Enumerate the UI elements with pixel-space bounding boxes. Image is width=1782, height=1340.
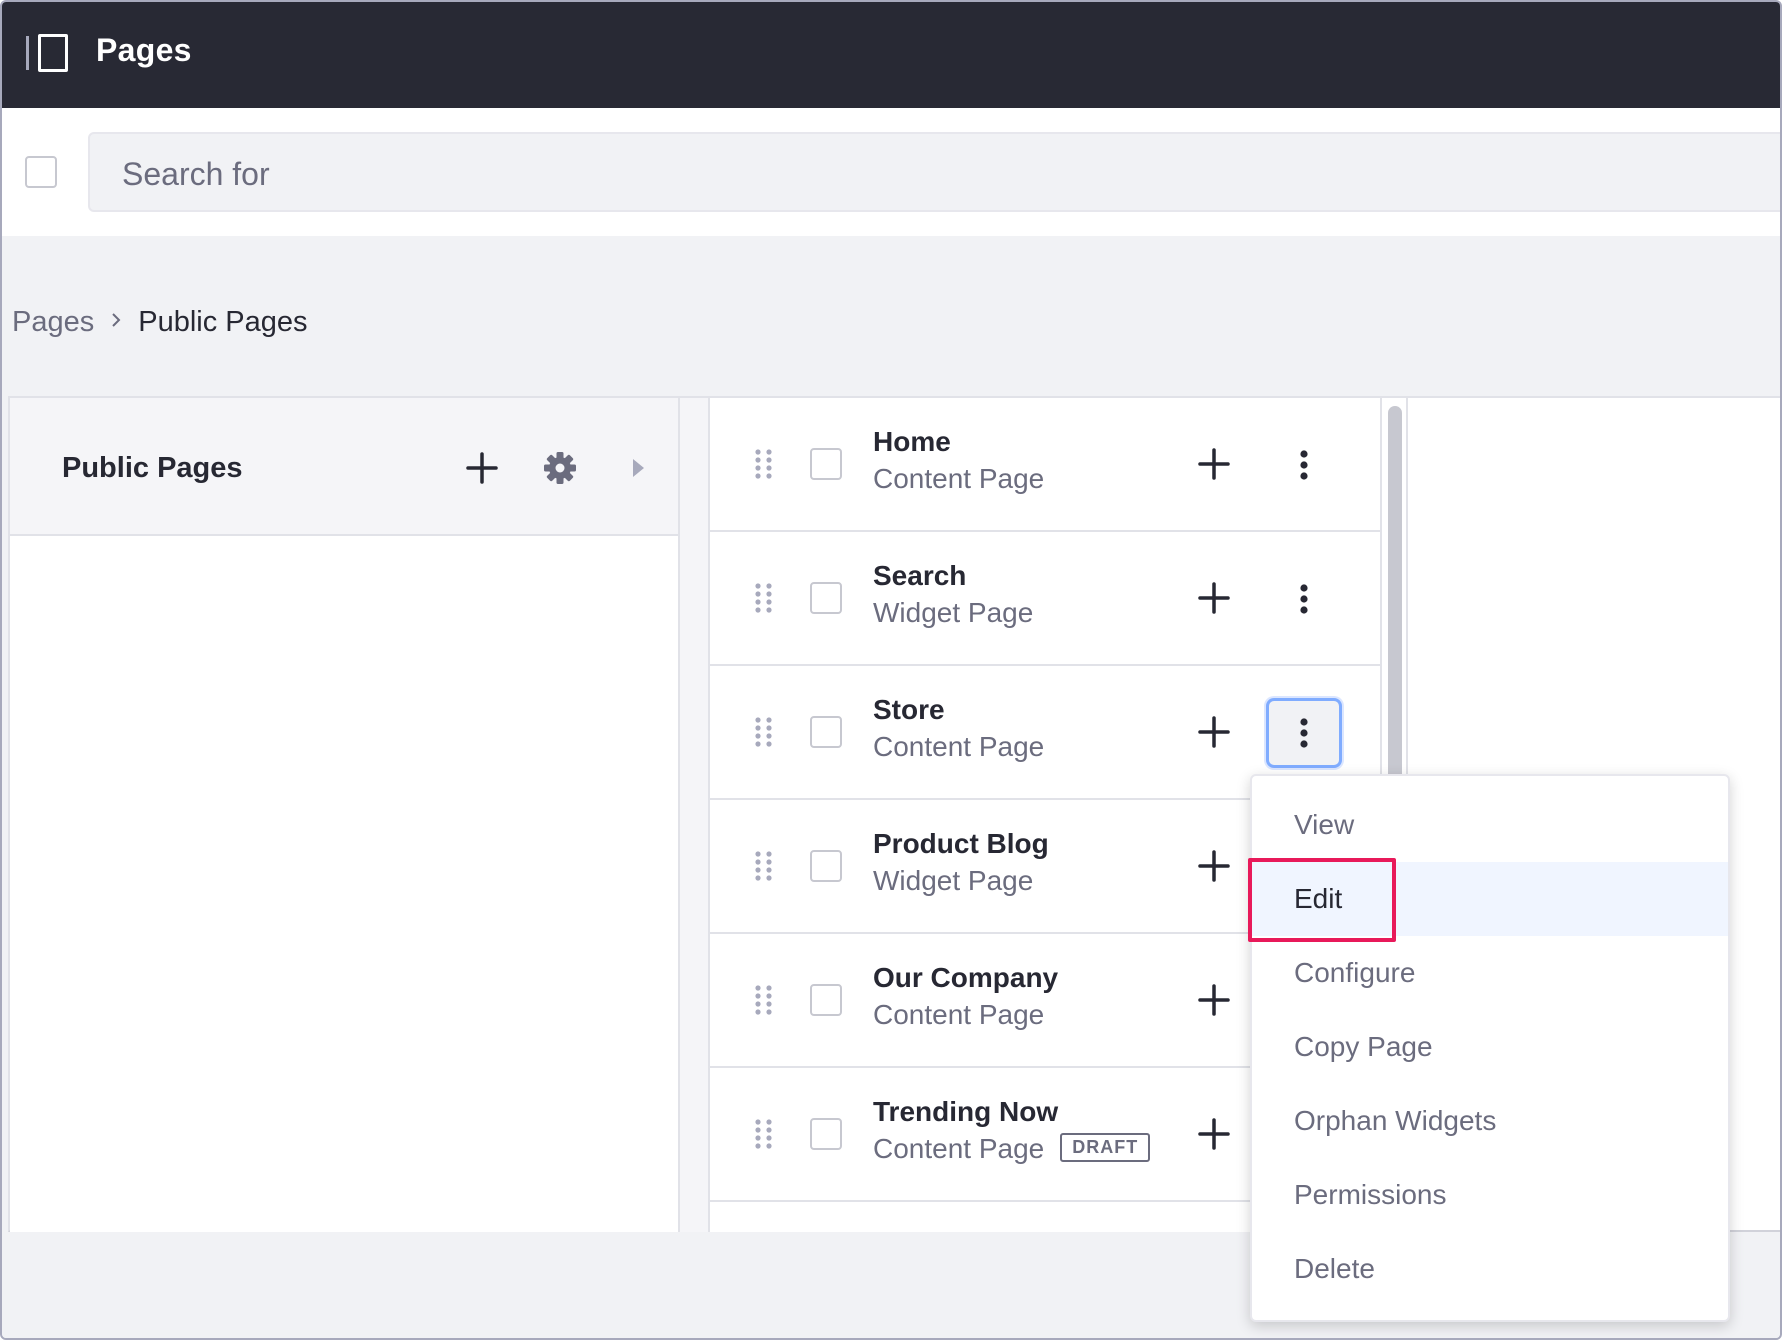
row-checkbox[interactable] (810, 984, 842, 1016)
plus-icon[interactable] (1194, 712, 1234, 752)
column-title: Public Pages (62, 452, 243, 484)
plus-icon[interactable] (1194, 578, 1234, 618)
menu-item-copy-page[interactable]: Copy Page (1252, 1010, 1728, 1084)
breadcrumb-item-pages[interactable]: Pages (12, 306, 94, 339)
column-public-pages: Public Pages (10, 398, 680, 1232)
page-type-label: Content Page (873, 463, 1045, 494)
row-checkbox[interactable] (810, 716, 842, 748)
page-type-label: Content Page (873, 999, 1045, 1030)
list-item[interactable]: Home Content Page (710, 398, 1380, 532)
page-name[interactable]: Trending Now (873, 1096, 1058, 1128)
plus-icon[interactable] (1194, 1114, 1234, 1154)
kebab-icon (1300, 718, 1308, 748)
page-type-label: Widget Page (873, 865, 1034, 896)
page-type-label: Content Page (873, 731, 1045, 762)
chevron-right-icon (110, 309, 122, 335)
menu-item-edit[interactable]: Edit (1252, 862, 1728, 936)
drag-handle-icon[interactable] (754, 582, 774, 614)
plus-icon[interactable] (1194, 444, 1234, 484)
kebab-menu-button[interactable] (1266, 564, 1342, 634)
scrollbar-thumb[interactable] (1388, 406, 1402, 786)
search-box[interactable] (88, 132, 1780, 212)
drag-handle-icon[interactable] (754, 850, 774, 882)
page-name[interactable]: Store (873, 694, 945, 726)
plus-icon[interactable] (1194, 980, 1234, 1020)
page-type: Content Page (873, 463, 1044, 495)
menu-item-orphan-widgets[interactable]: Orphan Widgets (1252, 1084, 1728, 1158)
drag-handle-icon[interactable] (754, 1118, 774, 1150)
menu-item-permissions[interactable]: Permissions (1252, 1158, 1728, 1232)
gear-icon[interactable] (540, 448, 580, 488)
column-gutter (680, 398, 710, 1232)
plus-icon[interactable] (1194, 846, 1234, 886)
search-row (2, 108, 1780, 236)
page-name[interactable]: Home (873, 426, 951, 458)
actions-dropdown-menu: View Edit Configure Copy Page Orphan Wid… (1250, 774, 1730, 1322)
sidebar-panel-icon[interactable] (26, 34, 70, 72)
drag-handle-icon[interactable] (754, 448, 774, 480)
page-type: Content Page DRAFT (873, 1133, 1151, 1165)
search-input[interactable] (122, 154, 1522, 194)
kebab-icon (1300, 584, 1308, 614)
caret-right-icon[interactable] (618, 448, 658, 488)
top-header: Pages (2, 2, 1780, 108)
kebab-menu-button[interactable] (1266, 430, 1342, 500)
list-item[interactable]: Search Widget Page (710, 532, 1380, 666)
page-type-label: Content Page (873, 1133, 1045, 1164)
page-type: Content Page (873, 731, 1044, 763)
page-type: Widget Page (873, 597, 1033, 629)
drag-handle-icon[interactable] (754, 716, 774, 748)
menu-item-view[interactable]: View (1252, 788, 1728, 862)
page-type: Widget Page (873, 865, 1033, 897)
breadcrumb-item-public-pages: Public Pages (138, 305, 308, 338)
page-name[interactable]: Product Blog (873, 828, 1049, 860)
column-header[interactable]: Public Pages (10, 398, 678, 536)
status-badge: DRAFT (1060, 1133, 1151, 1163)
page-title: Pages (96, 32, 192, 68)
app-window: Pages Pages Public Pages Public Pages (0, 0, 1782, 1340)
drag-handle-icon[interactable] (754, 984, 774, 1016)
menu-item-delete[interactable]: Delete (1252, 1232, 1728, 1306)
kebab-menu-button-active[interactable] (1266, 698, 1342, 768)
plus-icon[interactable] (462, 448, 502, 488)
row-checkbox[interactable] (810, 1118, 842, 1150)
select-all-checkbox[interactable] (25, 156, 57, 188)
row-checkbox[interactable] (810, 850, 842, 882)
page-type: Content Page (873, 999, 1044, 1031)
row-checkbox[interactable] (810, 448, 842, 480)
menu-item-configure[interactable]: Configure (1252, 936, 1728, 1010)
kebab-icon (1300, 450, 1308, 480)
page-type-label: Widget Page (873, 597, 1034, 628)
page-name[interactable]: Search (873, 560, 966, 592)
page-name[interactable]: Our Company (873, 962, 1058, 994)
row-checkbox[interactable] (810, 582, 842, 614)
breadcrumb: Pages Public Pages (12, 302, 308, 342)
